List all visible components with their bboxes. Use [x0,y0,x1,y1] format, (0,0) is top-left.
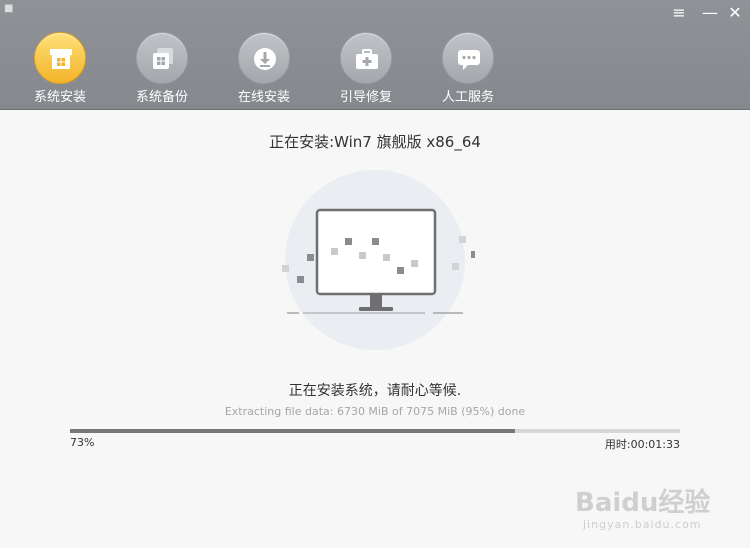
box-windows-icon [34,32,86,84]
install-progress-bar [70,429,680,433]
chat-bubble-icon [442,32,494,84]
top-toolbar: ■ ≡ — ✕ 系统安装 系统备份 在线安装 引导修复 人工服务 [0,0,750,110]
nav-label: 引导修复 [339,90,392,105]
extraction-detail: Extracting file data: 6730 MiB of 7075 M… [224,405,526,418]
install-title: 正在安装:Win7 旗舰版 x86_64 [269,133,481,151]
watermark-url: jingyan.baidu.com [583,518,702,531]
progress-percent: 73% [70,436,95,449]
main-nav: 系统安装 系统备份 在线安装 引导修复 人工服务 [0,0,560,110]
nav-item-online-install[interactable]: 在线安装 [214,0,314,110]
nav-item-system-install[interactable]: 系统安装 [10,0,110,110]
nav-label: 系统备份 [135,90,188,105]
elapsed-time: 用时:00:01:33 [604,438,680,451]
download-icon [238,32,290,84]
toolbox-plus-icon [340,32,392,84]
install-progress-fill [70,429,516,433]
nav-item-boot-repair[interactable]: 引导修复 [316,0,416,110]
close-icon[interactable]: ✕ [725,4,745,22]
backup-windows-icon [136,32,188,84]
nav-item-manual-service[interactable]: 人工服务 [418,0,518,110]
nav-label: 人工服务 [441,90,494,105]
watermark-brand: Baidu经验 [575,488,711,518]
nav-item-system-backup[interactable]: 系统备份 [112,0,212,110]
monitor-illustration [282,170,475,350]
hamburger-menu-icon[interactable]: ≡ [669,4,689,22]
baidu-jingyan-watermark: Baidu经验 jingyan.baidu.com [575,482,735,538]
nav-label: 在线安装 [237,90,290,105]
install-status: 正在安装系统，请耐心等候. [288,383,462,399]
nav-label: 系统安装 [33,90,86,105]
minimize-icon[interactable]: — [700,4,720,22]
